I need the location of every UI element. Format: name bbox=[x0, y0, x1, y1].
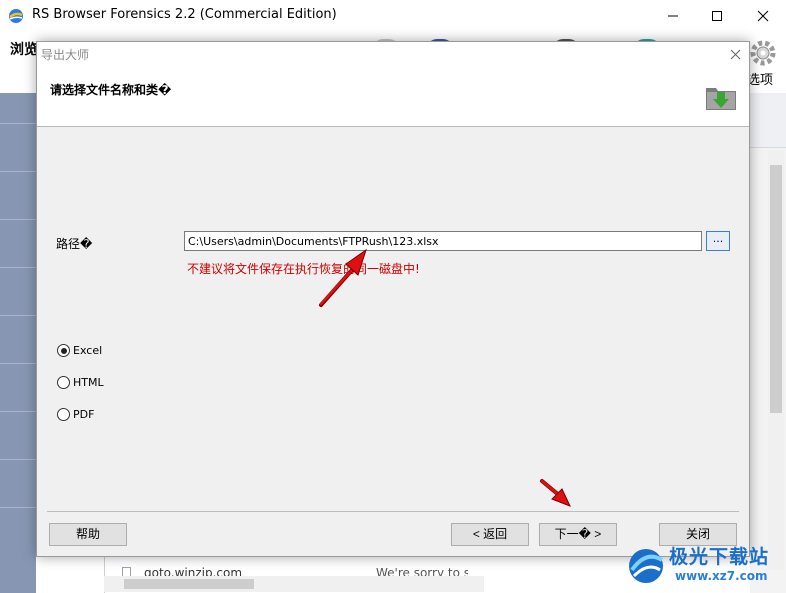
radio-label-html: HTML bbox=[73, 376, 104, 389]
app-logo-icon bbox=[9, 9, 23, 23]
vertical-scrollbar-thumb[interactable] bbox=[770, 165, 782, 413]
radio-html[interactable] bbox=[57, 376, 70, 389]
watermark-text: 极光下载站 bbox=[669, 546, 770, 568]
next-button[interactable]: 下一� > bbox=[539, 523, 617, 546]
close-icon bbox=[757, 10, 769, 21]
format-option-html[interactable]: HTML bbox=[57, 376, 104, 389]
warning-text: 不建议将文件保存在执行恢复的同一磁盘中! bbox=[187, 262, 420, 276]
right-panel-header bbox=[750, 93, 786, 148]
left-navigation-panel bbox=[0, 93, 36, 593]
radio-label-pdf: PDF bbox=[73, 408, 95, 421]
gear-icon bbox=[750, 40, 776, 66]
dialog-separator bbox=[47, 511, 739, 512]
dialog-titlebar: 导出大师 bbox=[37, 42, 749, 66]
close-icon bbox=[730, 49, 740, 59]
path-label: 路径� bbox=[56, 237, 93, 251]
minimize-icon bbox=[668, 15, 678, 16]
horizontal-scrollbar-thumb[interactable] bbox=[124, 579, 254, 589]
app-titlebar: RS Browser Forensics 2.2 (Commercial Edi… bbox=[0, 0, 786, 31]
help-button[interactable]: 帮助 bbox=[49, 523, 127, 546]
path-input[interactable] bbox=[184, 231, 702, 251]
format-option-pdf[interactable]: PDF bbox=[57, 408, 94, 421]
download-folder-icon bbox=[706, 88, 736, 110]
maximize-button[interactable] bbox=[694, 0, 740, 31]
dialog-header: 请选择文件名称和类� bbox=[37, 66, 749, 127]
app-title: RS Browser Forensics 2.2 (Commercial Edi… bbox=[32, 7, 337, 22]
export-dialog: 导出大师 请选择文件名称和类� 路径� ... 不建议将文件保存在执行恢复的同一… bbox=[36, 41, 750, 557]
minimize-button[interactable] bbox=[650, 0, 696, 31]
radio-label-excel: Excel bbox=[73, 344, 103, 357]
watermark-url: www.xz7.com bbox=[675, 569, 768, 583]
options-label: 选项 bbox=[747, 73, 774, 88]
radio-excel[interactable] bbox=[57, 344, 70, 357]
maximize-icon bbox=[712, 10, 722, 21]
window-close-button[interactable] bbox=[740, 0, 786, 31]
back-button[interactable]: < 返回 bbox=[451, 523, 529, 546]
radio-pdf[interactable] bbox=[57, 408, 70, 421]
format-option-excel[interactable]: Excel bbox=[57, 344, 102, 357]
browse-button[interactable]: ... bbox=[706, 231, 730, 251]
dialog-heading: 请选择文件名称和类� bbox=[50, 83, 172, 97]
dialog-close-button[interactable] bbox=[725, 44, 745, 64]
dialog-title: 导出大师 bbox=[41, 48, 90, 62]
